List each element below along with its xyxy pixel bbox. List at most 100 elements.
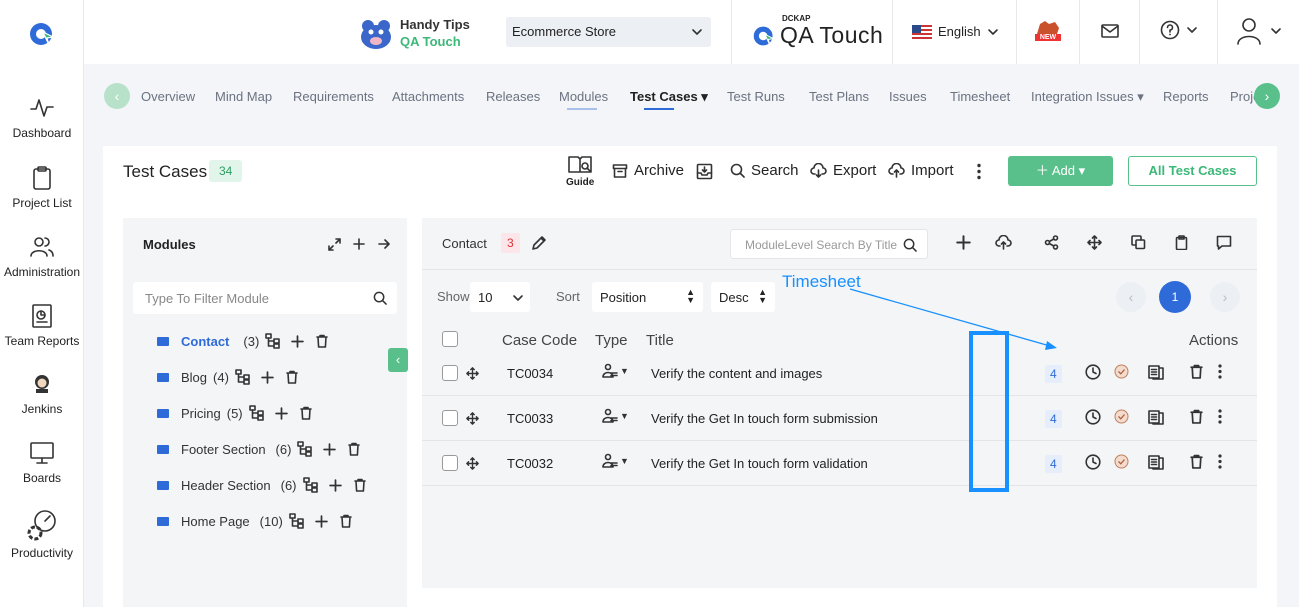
case-code[interactable]: TC0033 [507, 411, 553, 426]
page-next-button[interactable]: › [1210, 282, 1240, 312]
collapse-modules-button[interactable]: ‹ [388, 348, 408, 372]
sidebar-item-jenkins[interactable]: Jenkins [0, 370, 84, 416]
drag-handle-icon[interactable] [466, 412, 479, 425]
app-logo[interactable] [28, 20, 56, 48]
type-dropdown[interactable]: ▼ [602, 363, 629, 379]
mail-icon[interactable] [1101, 23, 1119, 39]
trash-icon[interactable] [339, 514, 352, 528]
test-steps-icon[interactable] [1148, 409, 1165, 425]
row-more-icon[interactable] [1218, 409, 1222, 424]
add-icon[interactable] [274, 406, 288, 420]
sidebar-item-team-reports[interactable]: Team Reports [0, 302, 84, 348]
edit-pencil-icon[interactable] [531, 235, 547, 251]
sub-module-icon[interactable] [248, 405, 265, 421]
module-item-contact[interactable]: Contact (3) [157, 333, 329, 349]
trash-icon[interactable] [316, 334, 329, 348]
case-title[interactable]: Verify the content and images [651, 366, 822, 381]
sidebar-item-dashboard[interactable]: Dashboard [0, 94, 84, 140]
comment-icon[interactable] [1216, 235, 1232, 250]
tab-test-cases[interactable]: Test Cases ▾ [630, 89, 708, 105]
row-checkbox[interactable] [442, 410, 458, 426]
sort-by-select[interactable]: Position ▲ ▼ [592, 282, 703, 312]
export-button[interactable]: Export [810, 162, 876, 179]
arrow-right-icon[interactable] [378, 238, 390, 250]
archive-button[interactable]: Archive [612, 162, 684, 179]
test-steps-icon[interactable] [1148, 454, 1165, 470]
test-steps-icon[interactable] [1148, 364, 1165, 380]
column-header-type[interactable]: Type [595, 332, 628, 349]
language-select[interactable]: English [912, 24, 999, 39]
add-icon[interactable] [261, 370, 274, 384]
sidebar-item-boards[interactable]: Boards [0, 439, 84, 485]
more-options-icon[interactable] [976, 163, 982, 180]
status-check-icon[interactable] [1114, 454, 1129, 469]
module-item-pricing[interactable]: Pricing (5) [157, 405, 312, 421]
user-menu[interactable] [1236, 17, 1282, 45]
tabs-scroll-right-button[interactable]: › [1254, 83, 1280, 109]
drag-handle-icon[interactable] [466, 367, 479, 380]
type-dropdown[interactable]: ▼ [602, 408, 629, 424]
sidebar-item-project-list[interactable]: Project List [0, 164, 84, 210]
column-header-case-code[interactable]: Case Code [502, 332, 577, 349]
all-test-cases-button[interactable]: All Test Cases [1128, 156, 1257, 186]
module-item-blog[interactable]: Blog (4) [157, 369, 298, 385]
tabs-scroll-left-button[interactable]: ‹ [104, 83, 130, 109]
row-more-icon[interactable] [1218, 364, 1222, 379]
table-row[interactable]: TC0032 ▼ Verify the Get In touch form va… [422, 441, 1257, 486]
trash-icon[interactable] [299, 406, 312, 420]
sub-module-icon[interactable] [297, 441, 313, 457]
status-check-icon[interactable] [1114, 409, 1129, 424]
sidebar-item-productivity[interactable]: Productivity [0, 508, 84, 560]
tab-modules[interactable]: Modules [559, 89, 608, 104]
share-icon[interactable] [1044, 235, 1059, 250]
add-icon[interactable] [328, 478, 342, 492]
module-item-home-page[interactable]: Home Page (10) [157, 513, 352, 529]
whats-new-button[interactable]: NEW [1035, 18, 1061, 46]
case-code[interactable]: TC0034 [507, 366, 553, 381]
timesheet-clock-icon[interactable] [1085, 454, 1101, 470]
timesheet-clock-icon[interactable] [1085, 364, 1101, 380]
column-header-title[interactable]: Title [646, 332, 674, 349]
show-per-page-select[interactable]: 10 [470, 282, 530, 312]
page-current[interactable]: 1 [1159, 281, 1191, 313]
add-icon[interactable] [291, 334, 305, 348]
row-more-icon[interactable] [1218, 454, 1222, 469]
copy-icon[interactable] [1131, 235, 1146, 250]
handy-tips-title[interactable]: Handy Tips [400, 17, 470, 32]
handy-tips-subtitle[interactable]: QA Touch [400, 34, 461, 49]
drag-handle-icon[interactable] [466, 457, 479, 470]
tab-reports[interactable]: Reports [1163, 89, 1209, 104]
trash-icon[interactable] [1190, 364, 1203, 379]
add-test-case-icon[interactable] [956, 235, 971, 250]
clipboard-icon[interactable] [1175, 235, 1188, 250]
row-checkbox[interactable] [442, 365, 458, 381]
sidebar-item-administration[interactable]: Administration [0, 233, 84, 279]
timesheet-clock-icon[interactable] [1085, 409, 1101, 425]
trash-icon[interactable] [286, 370, 298, 384]
tab-mind-map[interactable]: Mind Map [215, 89, 272, 104]
table-row[interactable]: TC0033 ▼ Verify the Get In touch form su… [422, 396, 1257, 441]
search-button[interactable]: Search [730, 162, 799, 179]
page-prev-button[interactable]: ‹ [1116, 282, 1146, 312]
add-module-icon[interactable] [353, 238, 365, 250]
type-dropdown[interactable]: ▼ [602, 453, 629, 469]
module-filter-input[interactable]: Type To Filter Module [133, 282, 397, 314]
import-button[interactable]: Import [888, 162, 954, 179]
tab-issues[interactable]: Issues [889, 89, 927, 104]
tab-test-runs[interactable]: Test Runs [727, 89, 785, 104]
tab-attachments[interactable]: Attachments [392, 89, 464, 104]
sub-module-icon[interactable] [302, 477, 319, 493]
module-level-search-input[interactable]: ModuleLevel Search By Title [730, 229, 928, 259]
module-item-footer-section[interactable]: Footer Section (6) [157, 441, 361, 457]
case-title[interactable]: Verify the Get In touch form submission [651, 411, 878, 426]
cloud-upload-icon[interactable] [995, 235, 1012, 250]
case-code[interactable]: TC0032 [507, 456, 553, 471]
row-checkbox[interactable] [442, 455, 458, 471]
sub-module-icon[interactable] [265, 333, 281, 349]
project-select[interactable]: Ecommerce Store [506, 17, 711, 47]
tab-timesheet[interactable]: Timesheet [950, 89, 1010, 104]
add-icon[interactable] [314, 514, 328, 528]
tab-integration-issues[interactable]: Integration Issues ▾ [1031, 89, 1144, 105]
tab-requirements[interactable]: Requirements [293, 89, 374, 104]
tab-overview[interactable]: Overview [141, 89, 195, 104]
